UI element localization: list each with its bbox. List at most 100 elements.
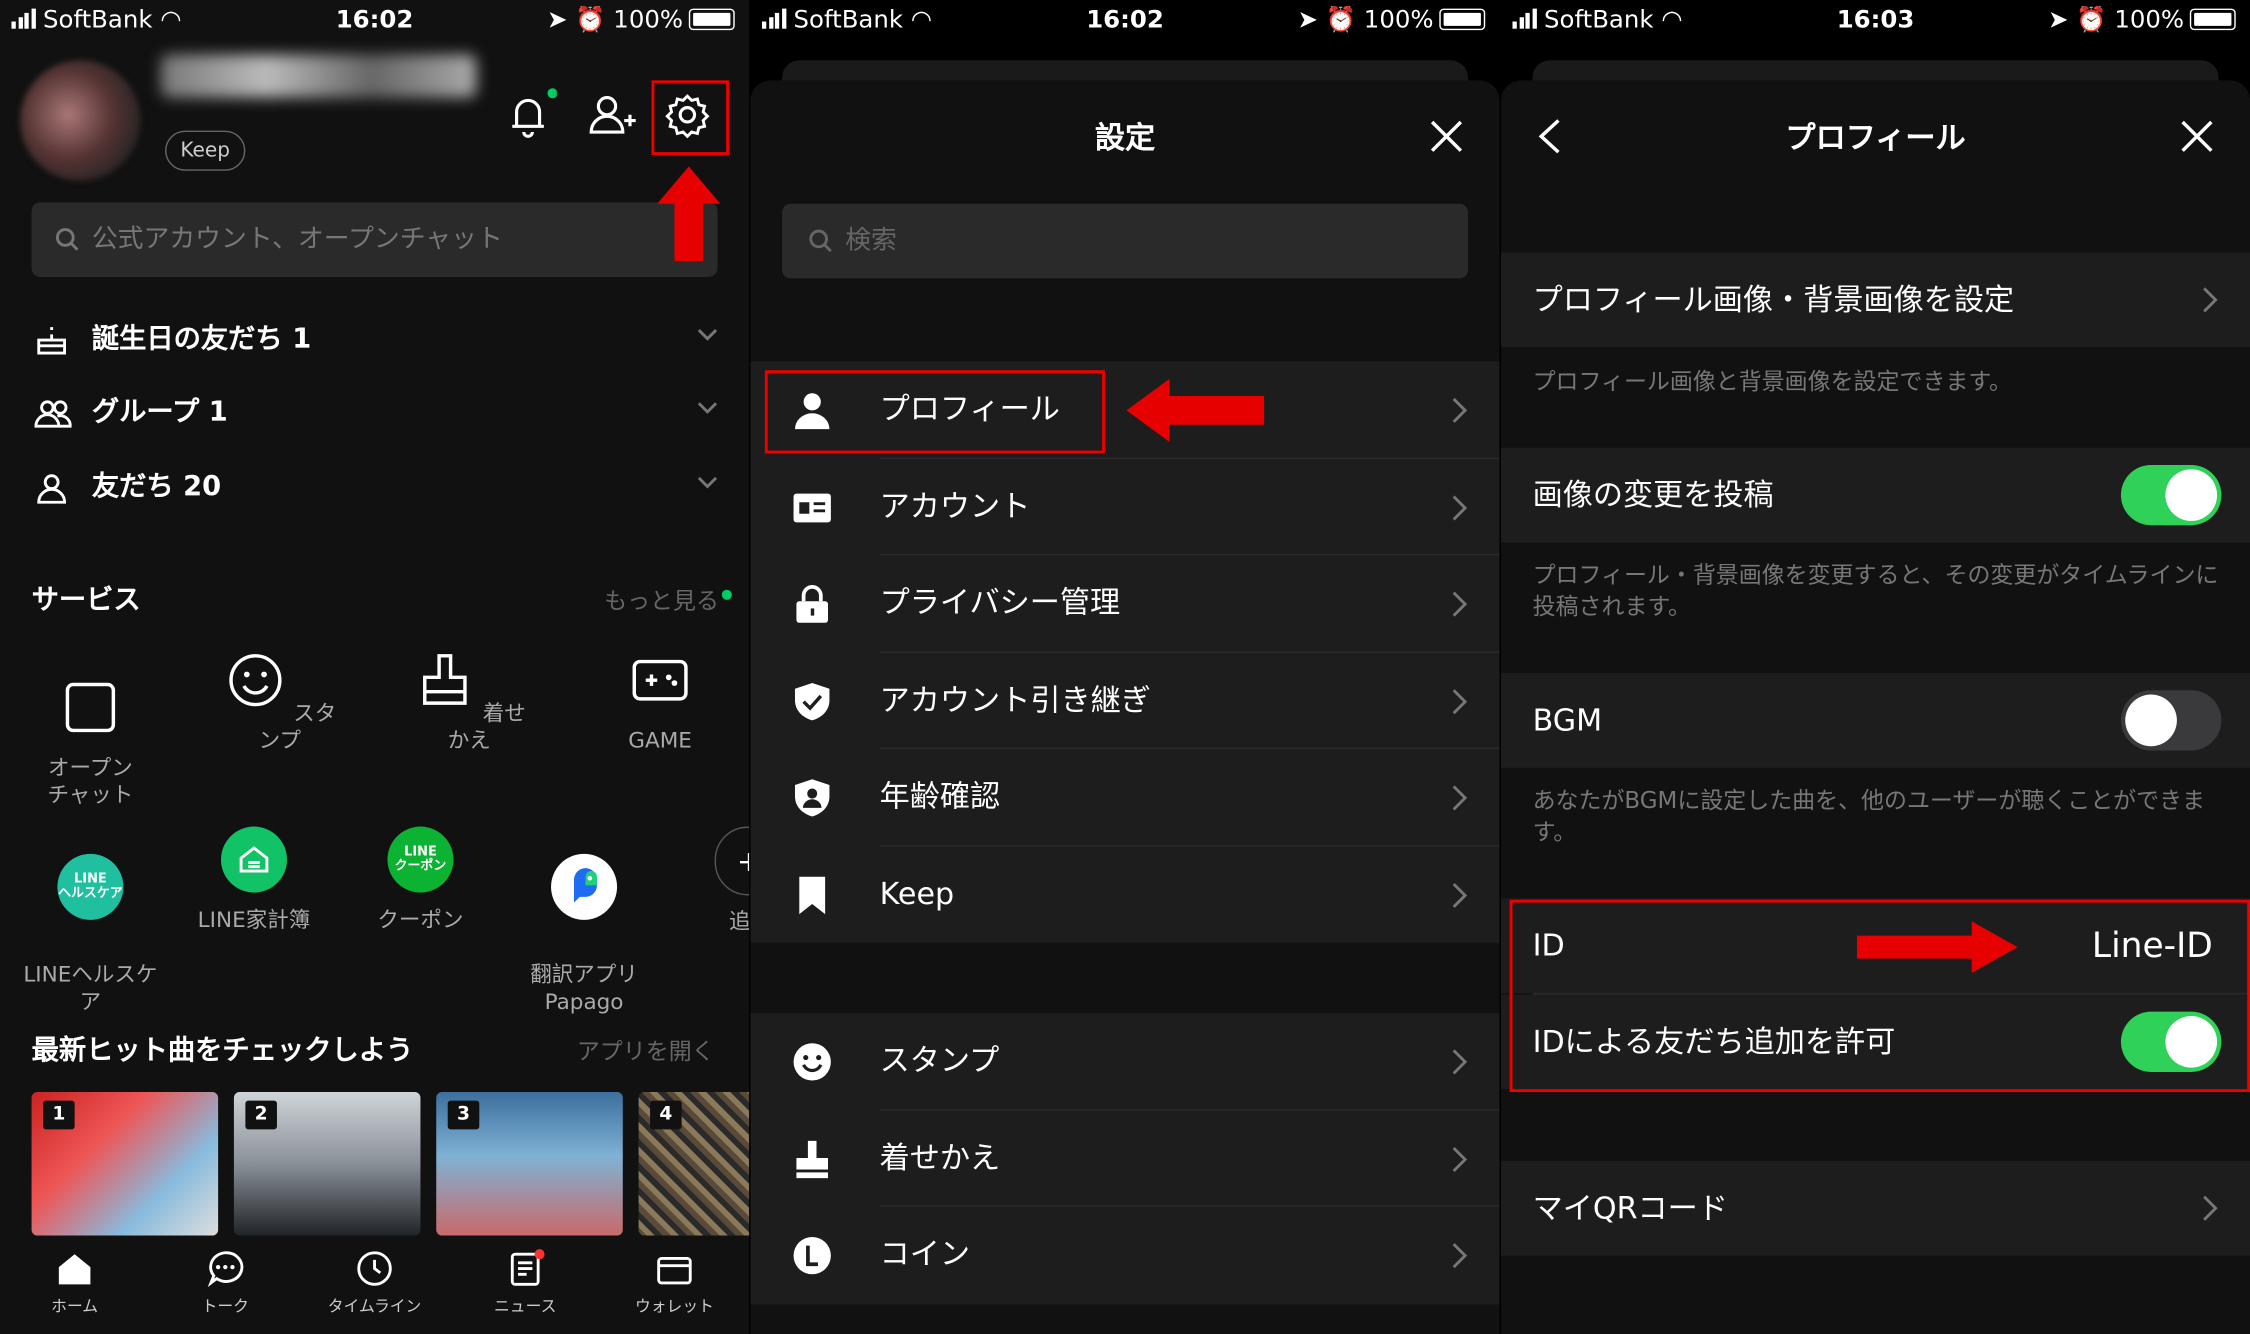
app-add[interactable]: + 追 (660, 826, 750, 934)
settings-item-label: アカウント (879, 488, 1031, 524)
add-friend-icon[interactable] (583, 86, 640, 143)
search-input[interactable]: 検索 (782, 203, 1469, 279)
battery-percent: 100% (1363, 5, 1434, 35)
page-title: プロフィール (1785, 120, 1966, 155)
services-title: サービス (31, 584, 141, 616)
settings-item-theme[interactable]: 着せかえ (751, 1110, 1500, 1207)
post-image-description: プロフィール・背景画像を変更すると、その変更がタイムラインに投稿されます。 (1532, 561, 2219, 620)
chevron-right-icon (1452, 882, 1468, 908)
hit-tile-3[interactable]: 3 (436, 1092, 623, 1236)
tab-news[interactable]: ニュース (453, 1248, 596, 1317)
battery-icon (1439, 8, 1486, 31)
tab-label: ホーム (51, 1297, 99, 1316)
post-image-change-toggle[interactable] (2120, 464, 2222, 526)
brush-icon (422, 654, 467, 705)
settings-item-privacy[interactable]: プライバシー管理 (751, 555, 1500, 653)
profile-image-description: プロフィール画像と背景画像を設定できます。 (1532, 367, 2013, 395)
bell-icon[interactable] (499, 86, 557, 143)
avatar[interactable] (20, 60, 141, 181)
more-label: もっと見る (604, 586, 719, 615)
chevron-right-icon (1452, 1146, 1468, 1172)
coupon-logo: LINE クーポン (387, 826, 454, 893)
chevron-down-icon (697, 476, 718, 489)
settings-item-coin[interactable]: コイン (751, 1207, 1500, 1304)
profile-highlight (764, 370, 1105, 454)
kakeibo-logo (220, 826, 287, 893)
battery-percent: 100% (613, 5, 684, 35)
rank-badge: 1 (43, 1100, 75, 1130)
location-icon: ➤ (2047, 5, 2069, 35)
gear-icon[interactable] (659, 86, 716, 143)
service-open-chat[interactable]: オープン チャット (26, 649, 155, 810)
post-image-change-row: 画像の変更を投稿 (1501, 447, 2250, 543)
bgm-toggle[interactable] (2120, 690, 2222, 751)
hit-tile-2[interactable]: 2 (233, 1092, 421, 1236)
settings-item-label: プライバシー管理 (879, 585, 1121, 620)
rank-badge: 4 (650, 1100, 682, 1130)
person-icon (37, 474, 67, 504)
chevron-right-icon (1452, 591, 1468, 617)
tab-label: タイムライン (327, 1297, 422, 1316)
tab-home[interactable]: ホーム (3, 1248, 147, 1317)
friends-row[interactable]: 友だち 20 (32, 461, 721, 513)
settings-item-stamp[interactable]: スタンプ (751, 1013, 1500, 1110)
search-input[interactable]: 公式アカウント、オープンチャット (31, 202, 718, 277)
app-label: 追 (728, 908, 750, 935)
tab-talk[interactable]: トーク (154, 1248, 297, 1317)
close-icon[interactable] (1428, 118, 1465, 155)
service-game[interactable]: GAME (596, 649, 725, 755)
shield-check-icon (794, 682, 830, 720)
hit-tile-4[interactable]: 4 (638, 1092, 750, 1236)
keep-button[interactable]: Keep (165, 130, 246, 171)
service-theme[interactable]: 着せかえ (405, 649, 534, 755)
profile-image-row[interactable]: プロフィール画像・背景画像を設定 (1501, 252, 2250, 348)
app-label: LINE家計簿 (197, 906, 311, 933)
location-icon: ➤ (546, 5, 568, 35)
app-line-coupon[interactable]: LINE クーポン クーポン (342, 826, 500, 935)
row-label: グループ 1 (91, 396, 228, 428)
annotation-arrow-left (1126, 378, 1265, 442)
chevron-right-icon (1452, 494, 1468, 520)
settings-item-account-transfer[interactable]: アカウント引き継ぎ (751, 652, 1500, 750)
close-icon[interactable] (2178, 118, 2215, 155)
settings-item-age-verification[interactable]: 年齢確認 (751, 749, 1500, 846)
search-placeholder: 検索 (845, 225, 897, 256)
tab-timeline[interactable]: タイムライン (303, 1248, 447, 1317)
service-stamp[interactable]: スタンプ (215, 649, 344, 755)
app-line-kakeibo[interactable]: LINE家計簿 (175, 826, 333, 935)
row-label: マイQRコード (1532, 1191, 1728, 1226)
birthday-friends-row[interactable]: 誕生日の友だち 1 (32, 313, 721, 365)
app-label: 翻訳アプリ Papago (530, 961, 638, 1015)
chevron-right-icon (1452, 688, 1468, 714)
settings-item-keep[interactable]: Keep (751, 846, 1500, 943)
home-icon (58, 1254, 91, 1285)
page-title: 設定 (1094, 120, 1156, 155)
toggle-knob (2165, 469, 2218, 521)
tab-wallet[interactable]: ウォレット (603, 1248, 747, 1317)
wallet-icon (657, 1257, 692, 1285)
status-bar: SoftBank ◠ 16:02 ➤ ⏰ 100% (0, 0, 749, 43)
app-line-healthcare[interactable]: LINE ヘルスケア LINEヘルスケ ア (11, 827, 169, 1016)
chat-bubble-icon (207, 1251, 244, 1288)
clock-icon (357, 1251, 392, 1286)
groups-row[interactable]: グループ 1 (32, 386, 721, 438)
settings-item-label: Keep (879, 876, 955, 911)
annotation-arrow-right (1856, 921, 2018, 973)
alarm-icon: ⏰ (575, 5, 606, 35)
row-label: 友だち 20 (91, 470, 222, 503)
chevron-right-icon (1452, 1049, 1468, 1075)
chevron-right-icon (1452, 785, 1468, 811)
hit-tile-1[interactable]: 1 (31, 1092, 219, 1236)
hits-open-link[interactable]: アプリを開く (577, 1032, 715, 1066)
parrot-icon (574, 868, 597, 903)
my-qr-code-row[interactable]: マイQRコード (1501, 1160, 2250, 1256)
chevron-right-icon (2203, 1195, 2218, 1221)
settings-item-account[interactable]: アカウント (751, 458, 1500, 556)
search-placeholder: 公式アカウント、オープンチャット (91, 223, 503, 254)
home-panel: SoftBank ◠ 16:02 ➤ ⏰ 100% Keep 公式アカウント、オ… (0, 0, 750, 1334)
service-label: GAME (628, 727, 692, 754)
app-papago[interactable]: 翻訳アプリ Papago (505, 827, 663, 1016)
news-icon (510, 1249, 545, 1286)
services-more-link[interactable]: もっと見る (604, 581, 732, 615)
brush-icon (796, 1140, 828, 1178)
